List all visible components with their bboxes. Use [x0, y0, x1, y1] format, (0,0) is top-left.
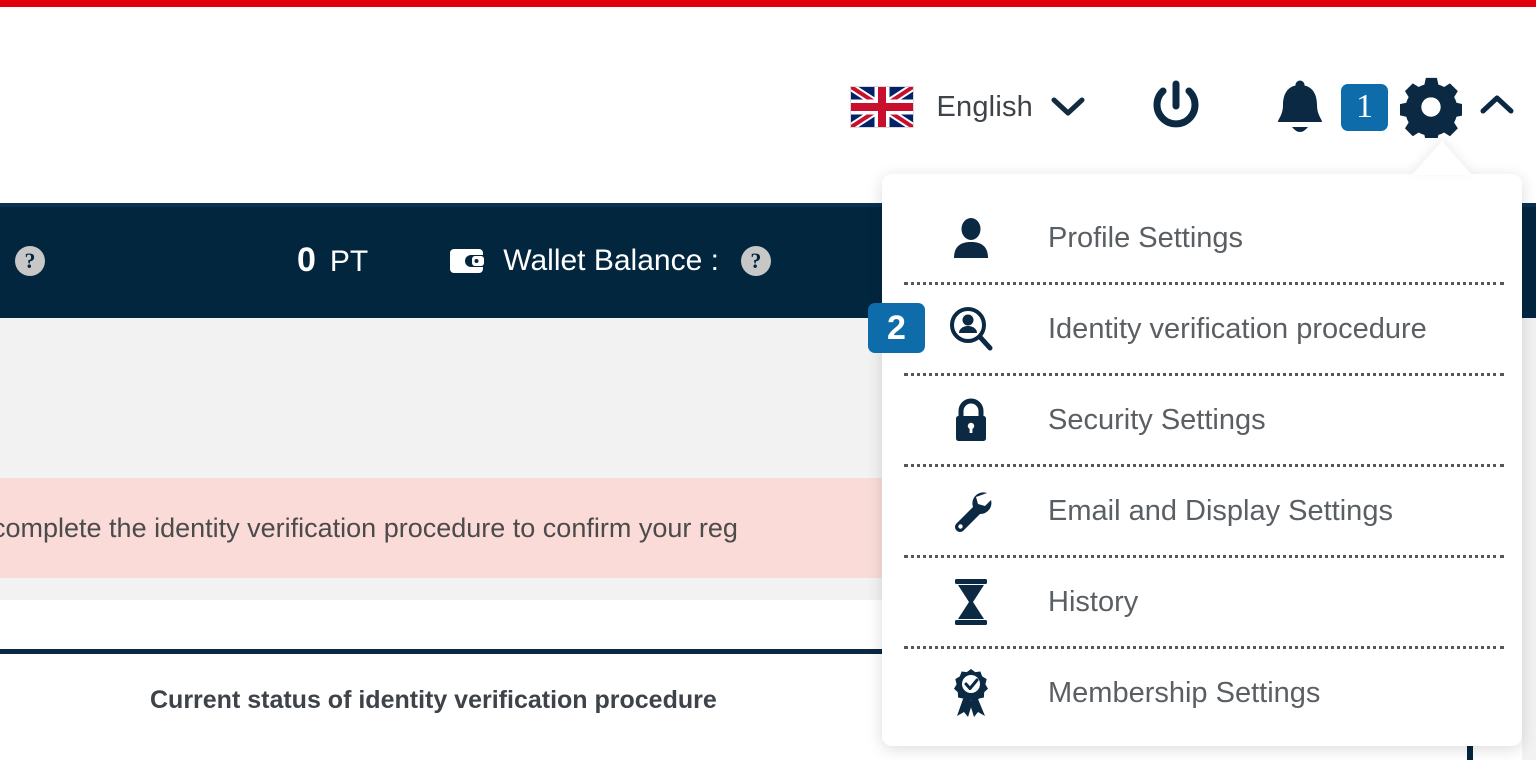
top-accent-bar	[0, 0, 1536, 7]
user-icon	[948, 216, 994, 260]
help-icon[interactable]: ?	[15, 245, 45, 276]
dropdown-item-list: Profile Settings Identity verification p…	[902, 194, 1506, 737]
menu-item-label: Identity verification procedure	[1048, 312, 1427, 345]
power-icon[interactable]	[1145, 76, 1207, 138]
wallet-icon	[449, 246, 485, 276]
wallet-balance-display: Wallet Balance :	[449, 244, 719, 278]
menu-item-label: History	[1048, 585, 1139, 618]
menu-item-profile-settings[interactable]: Profile Settings	[902, 194, 1506, 282]
wallet-balance-label: Wallet Balance :	[503, 243, 719, 277]
chevron-up-icon[interactable]	[1480, 94, 1514, 121]
notification-count-badge[interactable]: 1	[1341, 83, 1388, 131]
menu-item-label: Security Settings	[1048, 403, 1266, 436]
language-label: English	[936, 90, 1033, 123]
uk-flag-icon	[850, 86, 915, 128]
bell-icon[interactable]	[1271, 77, 1329, 137]
alert-message: complete the identity verification proce…	[0, 512, 738, 543]
award-icon	[948, 669, 994, 717]
hourglass-icon	[948, 578, 994, 626]
wrench-icon	[948, 489, 994, 533]
language-selector[interactable]: English	[850, 86, 1085, 128]
wallet-help-icon[interactable]: ?	[740, 245, 771, 276]
points-value: 0	[297, 241, 316, 279]
menu-item-membership-settings[interactable]: Membership Settings	[902, 649, 1506, 737]
menu-item-email-display-settings[interactable]: Email and Display Settings	[902, 467, 1506, 555]
menu-item-label: Membership Settings	[1048, 676, 1321, 709]
header-actions: English 1	[850, 63, 1514, 151]
settings-dropdown-menu: Profile Settings Identity verification p…	[882, 174, 1522, 746]
menu-item-label: Profile Settings	[1048, 221, 1244, 254]
points-unit: PT	[329, 245, 369, 278]
identity-search-icon	[948, 306, 994, 352]
dropdown-pointer	[1412, 141, 1472, 175]
points-display: 0 PT	[297, 241, 368, 280]
chevron-down-icon[interactable]	[1051, 96, 1085, 118]
gear-icon[interactable]	[1400, 76, 1462, 138]
lock-icon	[948, 397, 994, 443]
menu-item-label: Email and Display Settings	[1048, 494, 1393, 527]
page-title: Current status of identity verification …	[150, 686, 717, 714]
status-bar-content: ? 0 PT Wallet Balance : ?	[0, 203, 880, 318]
menu-item-history[interactable]: History	[902, 558, 1506, 646]
menu-item-identity-verification[interactable]: Identity verification procedure	[902, 285, 1506, 373]
page-root: English 1 ? 0 PT Wallet Balance: ? comp…	[0, 0, 1536, 760]
menu-item-security-settings[interactable]: Security Settings	[902, 376, 1506, 464]
step-badge-2[interactable]: 2	[868, 303, 925, 353]
